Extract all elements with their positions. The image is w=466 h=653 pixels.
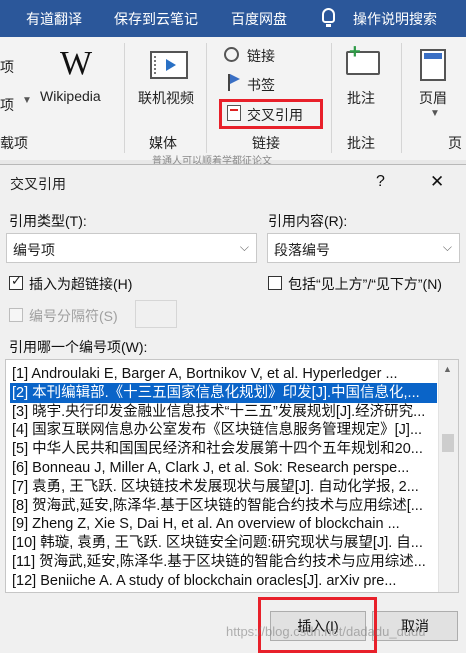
scroll-thumb[interactable] [442, 434, 454, 452]
reference-content-value: 段落编号 [274, 242, 330, 258]
wikipedia-icon[interactable]: W [58, 47, 94, 81]
header-button[interactable]: 页眉 [419, 88, 447, 108]
tell-me-search[interactable]: 操作说明搜索 [353, 9, 437, 29]
number-separator-checkbox [9, 308, 23, 322]
comment-button[interactable]: 批注 [347, 88, 375, 108]
chevron-down-icon: ⌵ [239, 240, 249, 254]
chevron-down-icon: ⌵ [442, 240, 452, 254]
link-button[interactable]: 链接 [247, 46, 275, 66]
list-item[interactable]: [3] 晓宇.央行印发金融业信息技术“十三五”发展规划[J].经济研究... [12, 402, 437, 422]
bookmark-flag-shape [230, 74, 240, 84]
number-separator-label: 编号分隔符(S) [29, 308, 118, 324]
include-above-below-label[interactable]: 包括“见上方”/“见下方”(N) [288, 274, 442, 294]
wikipedia-button[interactable]: Wikipedia [40, 88, 101, 104]
list-item[interactable]: [6] Bonneau J, Miller A, Clark J, et al.… [12, 458, 437, 478]
header-footer-group-label: 页 [448, 135, 462, 151]
chevron-down-icon[interactable]: ▼ [22, 95, 32, 106]
list-item[interactable]: [8] 贺海武,延安,陈泽华.基于区块链的智能合约技术与应用综述[... [12, 496, 437, 516]
ribbon-body: 项 项 载项 ▼ W Wikipedia 联机视频 媒体 链接 书签 交叉引用 … [0, 37, 466, 161]
list-scrollbar[interactable]: ▲ [438, 360, 458, 592]
reference-type-dropdown[interactable]: 编号项 ⌵ [6, 233, 257, 263]
list-item[interactable]: [7] 袁勇, 王飞跃. 区块链技术发展现状与展望[J]. 自动化学报, 2..… [12, 477, 437, 497]
checkmark-icon: ✓ [11, 273, 22, 288]
numbered-items-list[interactable]: [1] Androulaki E, Barger A, Bortnikov V,… [5, 359, 459, 593]
reference-type-label: 引用类型(T): [9, 213, 87, 229]
dialog-title: 交叉引用 [10, 176, 66, 192]
list-item[interactable]: [5] 中华人民共和国国民经济和社会发展第十四个五年规划和20... [12, 439, 437, 459]
reference-type-value: 编号项 [13, 242, 55, 258]
close-button[interactable]: ✕ [430, 172, 444, 192]
list-item[interactable]: [1] Androulaki E, Barger A, Bortnikov V,… [12, 364, 437, 384]
ribbon-top-bar: 有道翻译 保存到云笔记 百度网盘 操作说明搜索 [0, 0, 466, 37]
list-item[interactable]: [11] 贺海武,延安,陈泽华.基于区块链的智能合约技术与应用综述... [12, 552, 437, 572]
watermark-text: https://blog.csdn.net/dadadu_dudu [226, 624, 426, 639]
addins-group-label: 载项 [0, 135, 28, 151]
tab-baidu-netdisk[interactable]: 百度网盘 [231, 9, 287, 29]
ribbon-separator [206, 43, 207, 153]
help-button[interactable]: ? [376, 173, 385, 191]
scroll-up-icon[interactable]: ▲ [443, 364, 452, 374]
tab-save-to-cloud-note[interactable]: 保存到云笔记 [114, 9, 198, 29]
tab-youdao-translate[interactable]: 有道翻译 [26, 9, 82, 29]
list-item[interactable]: [10] 韩璇, 袁勇, 王飞跃. 区块链安全问题:研究现状与展望[J]. 自.… [12, 533, 437, 553]
bookmark-button[interactable]: 书签 [247, 75, 275, 95]
list-item[interactable]: [2] 本刊编辑部.《十三五国家信息化规划》印发[J].中国信息化,... [10, 382, 437, 403]
links-group-label: 链接 [252, 135, 280, 151]
link-icon [224, 47, 239, 62]
online-video-icon[interactable] [150, 51, 188, 79]
which-item-label: 引用哪一个编号项(W): [9, 339, 148, 355]
insert-hyperlink-checkbox[interactable]: ✓ [9, 273, 23, 290]
list-item[interactable]: [9] Zheng Z, Xie S, Dai H, et al. An ove… [12, 514, 437, 534]
lightbulb-icon [322, 8, 335, 27]
list-item[interactable]: [12] Beniiche A. A study of blockchain o… [12, 571, 437, 591]
online-video-button[interactable]: 联机视频 [138, 88, 194, 108]
ribbon-separator [124, 43, 125, 153]
reference-content-label: 引用内容(R): [268, 213, 348, 229]
comments-group-label: 批注 [347, 135, 375, 151]
chevron-down-icon[interactable]: ▼ [430, 108, 440, 119]
ribbon-separator [331, 43, 332, 153]
insert-hyperlink-label[interactable]: 插入为超链接(H) [29, 274, 132, 294]
partial-item-top[interactable]: 项 [0, 57, 14, 77]
cross-reference-dialog: 交叉引用 ? ✕ 引用类型(T): 编号项 ⌵ 引用内容(R): 段落编号 ⌵ … [0, 164, 466, 653]
header-icon[interactable] [420, 49, 446, 81]
media-group-label: 媒体 [149, 135, 177, 151]
add-plus-icon: + [349, 41, 361, 63]
list-item[interactable]: [4] 国家互联网信息办公室发布《区块链信息服务管理规定》[J]... [12, 420, 437, 440]
ribbon-separator [401, 43, 402, 153]
partial-item-mid[interactable]: 项 [0, 95, 14, 115]
include-above-below-checkbox[interactable] [268, 276, 282, 290]
reference-content-dropdown[interactable]: 段落编号 ⌵ [267, 233, 460, 263]
highlight-box-cross-reference [219, 99, 323, 129]
number-separator-input [135, 300, 177, 328]
